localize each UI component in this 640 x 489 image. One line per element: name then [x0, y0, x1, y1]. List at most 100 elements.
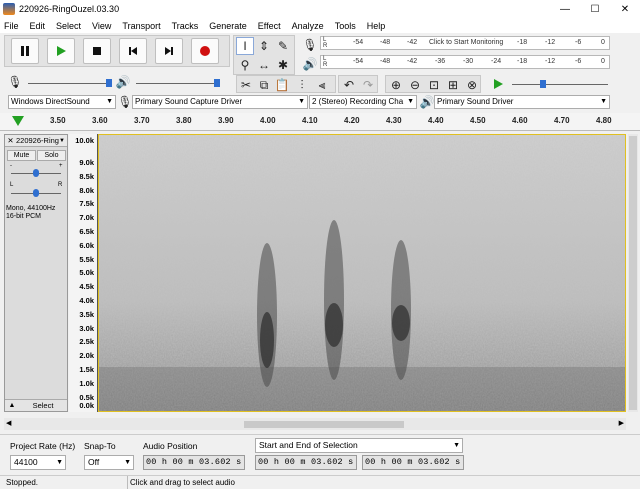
skip-to-start-button[interactable] [119, 38, 147, 64]
playback-device-select[interactable]: Primary Sound Driver ▼ [434, 95, 610, 109]
menu-file[interactable]: File [4, 21, 19, 31]
zoom-out-icon[interactable]: ⊖ [406, 76, 424, 94]
frequency-label: 9.0k [79, 158, 94, 167]
close-button[interactable]: ✕ [610, 0, 640, 18]
menu-tools[interactable]: Tools [335, 21, 356, 31]
menu-effect[interactable]: Effect [258, 21, 281, 31]
recording-volume-mic-icon: 🎙 [7, 75, 23, 89]
project-rate-select[interactable]: 44100 ▼ [10, 455, 66, 470]
recording-volume-slider[interactable] [28, 83, 112, 84]
audio-host-select[interactable]: Windows DirectSound ▼ [8, 95, 116, 109]
stop-icon [93, 47, 101, 55]
menu-select[interactable]: Select [56, 21, 81, 31]
menu-transport[interactable]: Transport [122, 21, 160, 31]
selection-start-field[interactable]: 00 h 00 m 03.602 s [255, 455, 357, 470]
menu-generate[interactable]: Generate [209, 21, 247, 31]
click-to-start-monitoring[interactable]: Click to Start Monitoring [429, 39, 503, 46]
scroll-right-icon[interactable]: ▶ [619, 419, 624, 427]
vertical-scroll-thumb[interactable] [629, 136, 637, 410]
zoom-in-icon[interactable]: ⊕ [387, 76, 405, 94]
playback-volume-slider[interactable] [136, 83, 220, 84]
play-at-speed-icon[interactable] [489, 75, 507, 93]
zoom-toggle-icon[interactable]: ⊗ [463, 76, 481, 94]
selection-end-field[interactable]: 00 h 00 m 03.602 s [362, 455, 464, 470]
playback-meter-speaker-icon[interactable]: 🔊 [301, 55, 319, 73]
audio-position-field[interactable]: 00 h 00 m 03.602 s [143, 455, 245, 470]
recording-volume-thumb[interactable] [106, 79, 112, 87]
timeshift-tool-icon[interactable]: ↔ [255, 56, 273, 74]
scroll-left-icon[interactable]: ◀ [6, 419, 11, 427]
pause-icon [21, 46, 29, 56]
frequency-label: 2.0k [79, 351, 94, 361]
fit-project-icon[interactable]: ⊞ [444, 76, 462, 94]
frequency-label: 3.0k [79, 323, 94, 333]
selection-mode-select[interactable]: Start and End of Selection ▼ [255, 438, 463, 453]
record-meter[interactable]: L R -54 -48 -42 Click to Start Monitorin… [320, 36, 610, 50]
minimize-button[interactable]: — [550, 0, 580, 18]
recording-device-select[interactable]: Primary Sound Capture Driver ▼ [132, 95, 308, 109]
chevron-down-icon: ▼ [124, 459, 131, 466]
playback-volume-thumb[interactable] [214, 79, 220, 87]
undo-icon[interactable]: ↶ [340, 76, 358, 94]
selection-tool-icon[interactable]: I [236, 37, 254, 55]
horizontal-scrollbar[interactable]: ◀ ▶ [4, 418, 626, 430]
menu-tracks[interactable]: Tracks [172, 21, 199, 31]
cut-icon[interactable]: ✂ [237, 76, 255, 94]
track-info-bitdepth: 16-bit PCM [6, 213, 42, 220]
timeline-ruler[interactable]: 3.50 3.60 3.70 3.80 3.90 4.00 4.10 4.20 4.30 4.40… [0, 113, 640, 131]
pause-button[interactable] [11, 38, 39, 64]
solo-button[interactable]: Solo [37, 150, 66, 161]
pan-thumb[interactable] [33, 189, 39, 197]
paste-icon[interactable]: 📋 [273, 76, 291, 94]
spectrogram-image [99, 135, 625, 411]
snap-to-label: Snap-To [84, 441, 116, 451]
ruler-tick-label: 4.20 [344, 116, 360, 125]
menu-view[interactable]: View [92, 21, 111, 31]
snap-to-select[interactable]: Off ▼ [84, 455, 134, 470]
zoom-tool-icon[interactable]: ⚲ [236, 56, 254, 74]
frequency-scale[interactable]: 10.0k 9.0k 8.5k 8.0k 7.5k 7.0k 6.5k 6.0k 5.5k 5.0… [69, 134, 98, 412]
transport-toolbar [4, 35, 230, 67]
menu-analyze[interactable]: Analyze [292, 21, 324, 31]
recording-channels-select[interactable]: 2 (Stereo) Recording Cha ▼ [309, 95, 417, 109]
record-meter-mic-icon[interactable]: 🎙 [301, 36, 319, 54]
skip-start-icon [129, 47, 137, 55]
horizontal-scroll-thumb[interactable] [244, 421, 404, 428]
tools-toolbar: I ⇕ ✎ ⚲ ↔ ✱ [233, 35, 295, 75]
menu-help[interactable]: Help [367, 21, 386, 31]
gain-minus-label: - [10, 163, 12, 169]
trim-audio-icon[interactable]: ⫶ [293, 76, 311, 94]
skip-to-end-button[interactable] [155, 38, 183, 64]
envelope-tool-icon[interactable]: ⇕ [255, 37, 273, 55]
fit-selection-icon[interactable]: ⊡ [425, 76, 443, 94]
collapse-track-icon[interactable]: ▲ [5, 402, 19, 409]
silence-audio-icon[interactable]: ⫷ [313, 76, 331, 94]
multi-tool-icon[interactable]: ✱ [274, 56, 292, 74]
redo-icon[interactable]: ↷ [359, 76, 377, 94]
playback-meter[interactable]: L R -54 -48 -42 -36 -30 -24 -18 -12 -6 0 [320, 55, 610, 69]
play-button[interactable] [47, 38, 75, 64]
draw-tool-icon[interactable]: ✎ [274, 37, 292, 55]
track-close-icon[interactable]: ✕ [5, 136, 16, 145]
track-select-button[interactable]: Select [19, 401, 67, 410]
skip-end-icon [165, 47, 173, 55]
pin-head-icon[interactable] [12, 116, 24, 127]
ruler-tick-label: 3.70 [134, 116, 150, 125]
menu-edit[interactable]: Edit [30, 21, 46, 31]
record-button[interactable] [191, 38, 219, 64]
play-speed-slider[interactable] [512, 84, 608, 85]
ruler-tick-label: 4.70 [554, 116, 570, 125]
spectrogram-view[interactable] [98, 134, 626, 412]
gain-plus-label: + [59, 163, 63, 169]
copy-icon[interactable]: ⧉ [255, 76, 273, 94]
maximize-button[interactable]: ☐ [580, 0, 610, 18]
mute-button[interactable]: Mute [7, 150, 36, 161]
frequency-label: 7.5k [79, 199, 94, 209]
track-menu-chevron-icon[interactable]: ▼ [59, 138, 65, 144]
track-name-menu[interactable]: 220926-Ring [16, 136, 59, 145]
play-speed-thumb[interactable] [540, 80, 546, 88]
chevron-down-icon: ▼ [106, 98, 113, 105]
stop-button[interactable] [83, 38, 111, 64]
vertical-scrollbar[interactable] [628, 134, 638, 412]
gain-thumb[interactable] [33, 169, 39, 177]
